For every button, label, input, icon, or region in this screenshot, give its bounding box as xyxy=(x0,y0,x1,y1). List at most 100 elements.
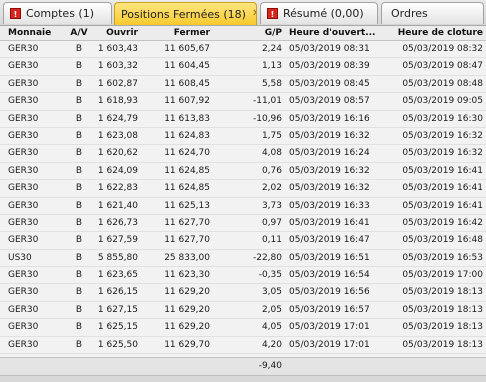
cell-gp: 0,11 xyxy=(261,235,282,246)
cell-heure-ouverture: 05/03/2019 08:31 xyxy=(289,44,370,54)
cell-fermer: 11 624,85 xyxy=(164,165,210,176)
cell-gp: 1,13 xyxy=(261,61,282,72)
cell-heure-ouverture: 05/03/2019 08:57 xyxy=(289,96,370,107)
cell-monnaie: GER30 xyxy=(8,304,39,315)
cell-gp: 2,24 xyxy=(261,44,282,54)
table-row[interactable]: GER30 B 1 627,15 11 629,20 2,05 05/03/2019 16… xyxy=(0,301,486,320)
cell-ouvrir: 1 623,65 xyxy=(97,270,138,281)
tab-positions-fermees[interactable]: Positions Fermées (18) ✕ xyxy=(114,2,257,25)
cell-gp: -10,96 xyxy=(252,113,282,124)
cell-monnaie: GER30 xyxy=(8,217,39,228)
column-header-av[interactable]: A/V xyxy=(68,28,90,38)
table-row[interactable]: GER30 B 1 602,87 11 608,45 5,58 05/03/2019 08… xyxy=(0,75,486,94)
table-row[interactable]: GER30 B 1 621,40 11 625,13 3,73 05/03/2019 16… xyxy=(0,197,486,215)
cell-ouvrir: 1 618,93 xyxy=(97,96,138,107)
cell-av: B xyxy=(75,61,83,72)
cell-av: B xyxy=(75,252,83,263)
table-row[interactable]: GER30 B 1 620,62 11 624,70 4,08 05/03/2019 16… xyxy=(0,145,486,163)
cell-fermer: 11 607,92 xyxy=(164,96,210,107)
cell-heure-ouverture: 05/03/2019 16:32 xyxy=(289,130,370,141)
table-row[interactable]: GER30 B 1 603,43 11 605,67 2,24 05/03/2019 08… xyxy=(0,41,486,59)
column-header-row: Monnaie A/V Ouvrir Fermer G/P Heure d'ou… xyxy=(0,26,486,41)
cell-heure-cloture: 05/03/2019 16:42 xyxy=(402,217,483,228)
cell-ouvrir: 1 621,40 xyxy=(97,200,138,211)
tab-label: Ordres xyxy=(391,7,428,20)
table-row[interactable]: GER30 B 1 624,09 11 624,85 0,76 05/03/2019 16… xyxy=(0,162,486,181)
cell-heure-ouverture: 05/03/2019 16:41 xyxy=(289,217,370,228)
table-row[interactable]: GER30 B 1 626,15 11 629,20 3,05 05/03/2019 16… xyxy=(0,284,486,302)
tab-ordres[interactable]: Ordres xyxy=(381,2,484,24)
cell-ouvrir: 1 603,43 xyxy=(97,44,138,54)
cell-gp: -22,80 xyxy=(252,252,282,263)
cell-heure-ouverture: 05/03/2019 16:57 xyxy=(289,304,370,315)
column-header-heure-ouverture[interactable]: Heure d'ouvert... xyxy=(289,28,376,38)
table-row[interactable]: GER30 B 1 618,93 11 607,92 -11,01 05/03/2019 … xyxy=(0,93,486,111)
cell-gp: -0,35 xyxy=(258,270,282,281)
tab-label: Résumé (0,00) xyxy=(283,7,364,20)
cell-gp: 3,05 xyxy=(261,287,282,298)
cell-ouvrir: 1 626,15 xyxy=(97,287,138,298)
cell-gp: 2,02 xyxy=(261,183,282,194)
cell-heure-ouverture: 05/03/2019 16:51 xyxy=(289,252,370,263)
table-row[interactable]: GER30 B 1 625,50 11 629,70 4,20 05/03/2019 17… xyxy=(0,336,486,355)
cell-heure-ouverture: 05/03/2019 16:32 xyxy=(289,165,370,176)
table-row[interactable]: GER30 B 1 626,73 11 627,70 0,97 05/03/2019 16… xyxy=(0,214,486,233)
cell-ouvrir: 1 603,32 xyxy=(97,61,138,72)
cell-heure-cloture: 05/03/2019 17:00 xyxy=(402,270,483,281)
cell-fermer: 11 629,70 xyxy=(164,339,210,350)
cell-fermer: 11 624,70 xyxy=(164,148,210,159)
cell-heure-ouverture: 05/03/2019 16:33 xyxy=(289,200,370,211)
cell-ouvrir: 1 624,09 xyxy=(97,165,138,176)
table-row[interactable]: GER30 B 1 627,59 11 627,70 0,11 05/03/2019 16… xyxy=(0,232,486,250)
tab-label: Comptes (1) xyxy=(26,7,94,20)
cell-fermer: 11 605,67 xyxy=(164,44,210,54)
cell-heure-ouverture: 05/03/2019 16:54 xyxy=(289,270,370,281)
cell-fermer: 11 604,45 xyxy=(164,61,210,72)
tab-resume[interactable]: ! Résumé (0,00) xyxy=(260,2,378,24)
column-header-ouvrir[interactable]: Ouvrir xyxy=(92,28,138,38)
cell-heure-cloture: 05/03/2019 16:41 xyxy=(402,200,483,211)
column-header-monnaie[interactable]: Monnaie xyxy=(8,28,64,38)
table-row[interactable]: GER30 B 1 624,79 11 613,83 -10,96 05/03/2019 … xyxy=(0,110,486,128)
table-row[interactable]: US30 B 5 855,80 25 833,00 -22,80 05/03/2019 1… xyxy=(0,249,486,268)
positions-table-body: GER30 B 1 603,43 11 605,67 2,24 05/03/2019 08… xyxy=(0,41,486,355)
cell-ouvrir: 1 623,08 xyxy=(97,130,138,141)
tab-label: Positions Fermées (18) xyxy=(121,7,246,21)
table-row[interactable]: GER30 B 1 625,15 11 629,20 4,05 05/03/2019 17… xyxy=(0,319,486,337)
table-row[interactable]: GER30 B 1 622,83 11 624,85 2,02 05/03/2019 16… xyxy=(0,180,486,198)
cell-ouvrir: 1 627,59 xyxy=(97,235,138,246)
cell-heure-cloture: 05/03/2019 16:30 xyxy=(402,113,483,124)
cell-fermer: 11 608,45 xyxy=(164,78,210,89)
tab-comptes[interactable]: ! Comptes (1) xyxy=(3,2,112,24)
cell-av: B xyxy=(75,183,83,194)
table-row[interactable]: GER30 B 1 623,08 11 624,83 1,75 05/03/2019 16… xyxy=(0,127,486,146)
cell-heure-cloture: 05/03/2019 09:05 xyxy=(402,96,483,107)
cell-gp: 0,76 xyxy=(261,165,282,176)
column-header-heure-cloture[interactable]: Heure de cloture xyxy=(383,28,483,38)
total-gp: -9,40 xyxy=(258,361,282,371)
totals-row: -9,40 xyxy=(0,357,486,375)
alert-icon: ! xyxy=(267,8,278,19)
cell-ouvrir: 5 855,80 xyxy=(97,252,138,263)
cell-av: B xyxy=(75,44,83,54)
cell-heure-cloture: 05/03/2019 16:53 xyxy=(402,252,483,263)
table-row[interactable]: GER30 B 1 603,32 11 604,45 1,13 05/03/2019 08… xyxy=(0,58,486,76)
column-header-fermer[interactable]: Fermer xyxy=(145,28,210,38)
cell-heure-ouverture: 05/03/2019 16:56 xyxy=(289,287,370,298)
cell-heure-cloture: 05/03/2019 18:13 xyxy=(402,304,483,315)
cell-heure-cloture: 05/03/2019 16:48 xyxy=(402,235,483,246)
cell-fermer: 11 624,85 xyxy=(164,183,210,194)
column-header-gp[interactable]: G/P xyxy=(240,28,282,38)
table-row[interactable]: GER30 B 1 623,65 11 623,30 -0,35 05/03/2019 1… xyxy=(0,267,486,285)
cell-monnaie: GER30 xyxy=(8,287,39,298)
cell-heure-ouverture: 05/03/2019 16:47 xyxy=(289,235,370,246)
cell-gp: 4,20 xyxy=(261,339,282,350)
cell-av: B xyxy=(75,113,83,124)
cell-gp: 5,58 xyxy=(261,78,282,89)
cell-monnaie: GER30 xyxy=(8,113,39,124)
cell-ouvrir: 1 625,15 xyxy=(97,322,138,333)
cell-ouvrir: 1 620,62 xyxy=(97,148,138,159)
cell-fermer: 11 613,83 xyxy=(164,113,210,124)
close-icon[interactable]: ✕ xyxy=(252,9,256,19)
cell-fermer: 11 627,70 xyxy=(164,217,210,228)
